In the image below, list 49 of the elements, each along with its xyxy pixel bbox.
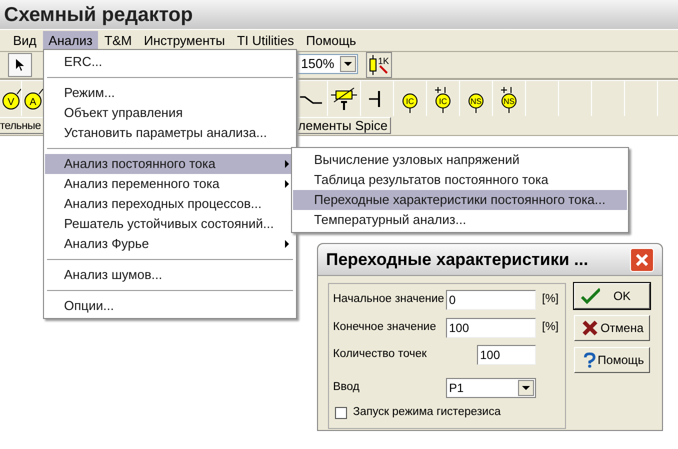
menu-item[interactable]: T&M — [98, 30, 138, 50]
menu-option[interactable]: Анализ Фурье — [45, 234, 295, 254]
submenu-option[interactable]: Таблица результатов постоянного тока — [293, 170, 627, 190]
component-tab[interactable]: лементы Spice — [295, 117, 391, 134]
close-icon — [636, 254, 648, 266]
menu-item[interactable]: Инструменты — [138, 30, 231, 50]
dialog-button[interactable]: OK — [574, 283, 650, 309]
menu-item[interactable]: Помощь — [300, 30, 362, 50]
submenu-option[interactable]: Температурный анализ... — [293, 210, 627, 230]
field-label: Ввод — [333, 380, 361, 396]
dialog-button[interactable]: Помощь — [574, 347, 650, 373]
submenu-option[interactable]: Вычисление узловых напряжений — [293, 150, 627, 170]
field-label: Начальное значение — [333, 292, 446, 308]
unit-label: [%] — [542, 292, 559, 308]
menu-option[interactable]: Анализ шумов... — [45, 265, 295, 285]
check-icon — [580, 287, 600, 305]
input-field[interactable]: 100 — [446, 318, 536, 338]
menu-option[interactable]: Объект управления — [45, 103, 295, 123]
component-button[interactable]: V — [0, 80, 22, 116]
caret-icon — [522, 386, 530, 390]
input-field[interactable]: 0 — [446, 290, 536, 310]
checkbox[interactable] — [335, 406, 347, 419]
field-label: Количество точек — [333, 347, 428, 362]
input-field[interactable]: 100 — [477, 345, 536, 365]
cross-icon — [580, 319, 600, 337]
pointer-button[interactable] — [8, 53, 32, 77]
menu-option[interactable]: Установить параметры анализа... — [45, 123, 295, 143]
dropdown[interactable]: P1 — [446, 378, 536, 398]
menu-item[interactable]: Вид — [7, 30, 43, 50]
menu-option[interactable]: Режим... — [45, 83, 295, 103]
zoom-dropdown[interactable]: 150% — [297, 54, 358, 74]
dialog-button[interactable]: Отмена — [574, 315, 650, 341]
menu-option[interactable]: Опции... — [45, 296, 295, 316]
menu-option[interactable]: Анализ переходных процессов... — [45, 194, 295, 214]
field-label: Конечное значение — [333, 320, 438, 336]
unit-label: [%] — [542, 320, 559, 336]
checkbox-label: Запуск режима гистерезиса — [353, 405, 501, 420]
menu-option[interactable]: ERC... — [45, 52, 295, 72]
pointer-icon — [16, 59, 24, 71]
thermistor-icon — [331, 86, 357, 112]
menu-item[interactable]: TI Utilities — [230, 30, 300, 50]
menu-item[interactable]: Анализ — [42, 30, 98, 50]
menu-option[interactable]: Анализ переменного тока — [45, 174, 295, 194]
menu-option[interactable]: Решатель устойчивых состояний... — [45, 214, 295, 234]
dialog-title: Переходные характеристики ... — [326, 248, 588, 271]
submenu-option[interactable]: Переходные характеристики постоянного тока... — [293, 190, 627, 210]
close-button[interactable] — [630, 248, 654, 272]
component-tab[interactable]: тельные — [0, 117, 44, 134]
window-title: Схемный редактор — [4, 2, 193, 28]
